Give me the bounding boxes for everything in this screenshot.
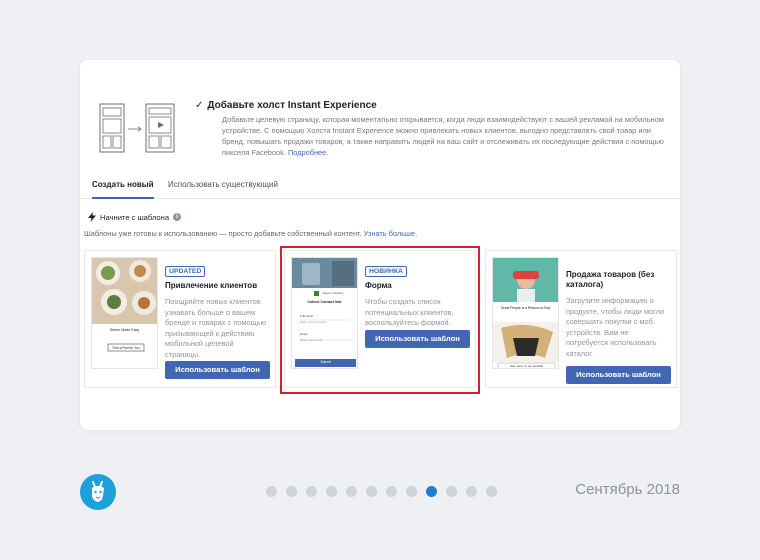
check-icon: ✓	[195, 100, 204, 111]
start-template-row: Начните с шаблона i	[88, 212, 182, 222]
template-body-lead: UPDATED Привлечение клиентов Поощряйте н…	[165, 260, 269, 360]
template-description: Поощряйте новых клиентов узнавать больше…	[165, 297, 267, 359]
preview-cta: Find a Plan for You	[112, 346, 140, 350]
template-body-sales: Продажа товаров (без каталога) Загрузите…	[566, 270, 670, 359]
preview-caption: Dinner Made Easy	[109, 328, 140, 332]
brand-logo	[80, 474, 116, 510]
pagination-dot[interactable]	[426, 486, 437, 497]
template-title: Продажа товаров (без каталога)	[566, 270, 655, 289]
pagination-dot[interactable]	[266, 486, 277, 497]
tab-bar: Создать новый Использовать существующий	[80, 180, 680, 199]
pagination-dots	[266, 486, 497, 497]
llama-logo-icon	[92, 481, 104, 502]
pagination-dot[interactable]	[386, 486, 397, 497]
pagination-dot[interactable]	[306, 486, 317, 497]
pagination-dot[interactable]	[446, 486, 457, 497]
start-subtitle-row: Шаблоны уже готовы к использованию — про…	[84, 229, 418, 238]
template-preview-lead: Dinner Made Easy Find a Plan for You	[91, 257, 158, 369]
template-preview-sales: Great People is a Reason to Buy See more…	[492, 257, 559, 369]
sales-preview-image	[493, 258, 558, 368]
instant-experience-card: ✓ Добавьте холст Instant Experience Доба…	[80, 60, 680, 430]
tab-create-new[interactable]: Создать новый	[92, 180, 154, 199]
pagination-dot[interactable]	[486, 486, 497, 497]
template-title: Привлечение клиентов	[165, 281, 258, 290]
pagination-dot[interactable]	[366, 486, 377, 497]
canvas-illustration	[99, 103, 175, 153]
pagination-dot[interactable]	[406, 486, 417, 497]
template-card-sales: Great People is a Reason to Buy See more…	[485, 250, 677, 388]
tab-use-existing[interactable]: Использовать существующий	[168, 180, 278, 189]
highlight-frame	[280, 246, 480, 394]
pagination-dot[interactable]	[326, 486, 337, 497]
info-icon[interactable]: i	[173, 213, 182, 221]
food-preview-image	[92, 258, 157, 368]
header-more-link[interactable]: Подробнее.	[288, 148, 328, 157]
lightning-icon	[88, 212, 96, 222]
header-title: Добавьте холст Instant Experience	[207, 100, 377, 111]
template-card-lead: Dinner Made Easy Find a Plan for You UPD…	[84, 250, 276, 388]
use-template-button-sales[interactable]: Использовать шаблон	[566, 366, 671, 384]
preview-heading: Great People is a Reason to Buy	[500, 306, 551, 310]
footer-date: Сентябрь 2018	[575, 481, 680, 498]
preview-cta: See more on our website	[509, 364, 544, 368]
start-title: Начните с шаблона	[100, 212, 170, 222]
learn-more-link[interactable]: Узнать больше.	[364, 229, 417, 238]
header-description: Добавьте целевую страницу, которая момен…	[222, 115, 664, 157]
pagination-dot[interactable]	[466, 486, 477, 497]
template-description: Загрузите информацию о продукте, чтобы л…	[566, 296, 665, 358]
header-title-row: ✓ Добавьте холст Instant Experience	[195, 100, 377, 111]
pagination-dot[interactable]	[346, 486, 357, 497]
pagination-dot[interactable]	[286, 486, 297, 497]
use-template-button-lead[interactable]: Использовать шаблон	[165, 361, 270, 379]
updated-badge: UPDATED	[165, 266, 206, 277]
